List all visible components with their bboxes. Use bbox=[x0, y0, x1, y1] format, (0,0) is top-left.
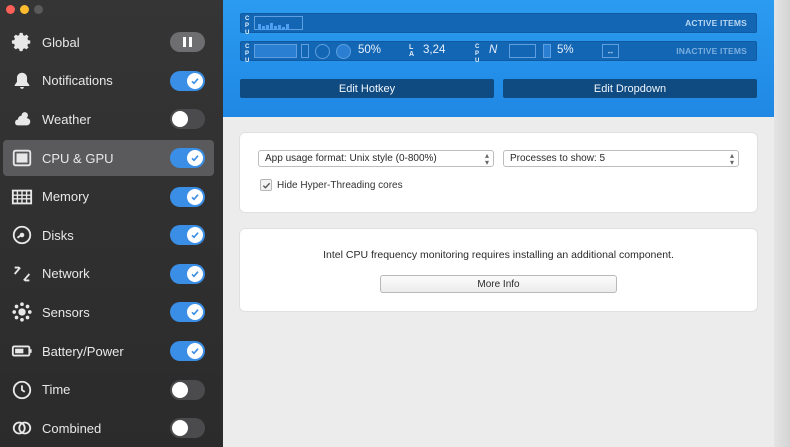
cpu-icon bbox=[10, 146, 34, 170]
sidebar-item-notifications[interactable]: Notifications bbox=[0, 62, 223, 101]
sensors-toggle[interactable] bbox=[170, 302, 205, 323]
memory-toggle[interactable] bbox=[170, 186, 205, 207]
network-icon bbox=[10, 262, 34, 286]
cores-label: N bbox=[489, 44, 498, 56]
zoom-window-button[interactable] bbox=[34, 5, 43, 14]
sidebar-item-cpu-gpu[interactable]: CPU & GPU bbox=[0, 139, 223, 178]
hide-hyperthreading-row[interactable]: Hide Hyper-Threading cores bbox=[260, 179, 403, 191]
hide-hyperthreading-label: Hide Hyper-Threading cores bbox=[277, 179, 403, 191]
processes-to-show-select[interactable]: Processes to show: 5 ▴ ▾ bbox=[503, 150, 739, 167]
cloud-sun-icon bbox=[10, 107, 34, 131]
disk-icon bbox=[10, 223, 34, 247]
checkmark-icon bbox=[262, 182, 270, 189]
sidebar-item-label: Battery/Power bbox=[42, 343, 124, 359]
disks-toggle[interactable] bbox=[170, 225, 205, 246]
battery-icon bbox=[10, 339, 34, 363]
cpu-pie-filled bbox=[336, 44, 351, 59]
bell-icon bbox=[10, 69, 34, 93]
sidebar-item-weather[interactable]: Weather bbox=[0, 100, 223, 139]
cpu-bar-inactive bbox=[301, 44, 309, 58]
cpu-percent-2: 5% bbox=[557, 44, 574, 56]
gear-icon bbox=[10, 30, 34, 54]
time-toggle[interactable] bbox=[170, 379, 205, 400]
chevron-updown-icon: ▴ ▾ bbox=[484, 151, 489, 167]
intel-notice-text: Intel CPU frequency monitoring requires … bbox=[323, 249, 674, 261]
window-edge bbox=[774, 0, 790, 447]
weather-toggle[interactable] bbox=[170, 109, 205, 130]
cpu-graph-inactive bbox=[254, 44, 297, 58]
minimize-window-button[interactable] bbox=[20, 5, 29, 14]
sidebar-item-label: Network bbox=[42, 266, 90, 282]
clock-icon bbox=[10, 378, 34, 402]
cpu-bar-filled bbox=[543, 44, 551, 58]
sidebar-item-network[interactable]: Network bbox=[0, 255, 223, 294]
intel-notice-card: Intel CPU frequency monitoring requires … bbox=[240, 229, 757, 311]
inactive-items-bar[interactable]: CPU 50% LA 3,24 CPU N 5% ↔ INACTIVE ITEM… bbox=[240, 41, 757, 64]
active-items-bar[interactable]: CPU ACTIVE ITEMS bbox=[240, 13, 757, 36]
sidebar-item-global[interactable]: Global bbox=[0, 23, 223, 62]
chevron-updown-icon: ▴ ▾ bbox=[729, 151, 734, 167]
sidebar-item-label: Memory bbox=[42, 189, 89, 205]
cpu-settings-card: App usage format: Unix style (0-800%) ▴ ▾… bbox=[240, 133, 757, 212]
sidebar-item-label: Disks bbox=[42, 227, 74, 243]
main-panel: CPU ACTIVE ITEMS CPU 50% LA 3,24 CPU N 5… bbox=[223, 0, 790, 447]
window-controls bbox=[6, 5, 43, 14]
battery-power-toggle[interactable] bbox=[170, 341, 205, 362]
cpu-pie-outline bbox=[315, 44, 330, 59]
notifications-toggle[interactable] bbox=[170, 70, 205, 91]
active-items-label: ACTIVE ITEMS bbox=[685, 18, 747, 28]
sidebar-item-battery-power[interactable]: Battery/Power bbox=[0, 332, 223, 371]
sidebar-item-label: Sensors bbox=[42, 304, 90, 320]
sidebar-item-disks[interactable]: Disks bbox=[0, 216, 223, 255]
cpu-gpu-toggle[interactable] bbox=[170, 148, 205, 169]
edit-dropdown-button[interactable]: Edit Dropdown bbox=[503, 79, 757, 98]
cpu-history-box bbox=[509, 44, 536, 58]
cpu-graph-mini bbox=[254, 16, 303, 30]
cpu-label-stack: CPU bbox=[245, 16, 250, 36]
sidebar-item-label: Combined bbox=[42, 420, 102, 436]
arrows-icon: ↔ bbox=[602, 44, 619, 58]
app-usage-format-select[interactable]: App usage format: Unix style (0-800%) ▴ ▾ bbox=[258, 150, 494, 167]
sidebar-item-combined[interactable]: Combined bbox=[0, 409, 223, 447]
sidebar-item-memory[interactable]: Memory bbox=[0, 177, 223, 216]
sidebar-item-label: Time bbox=[42, 382, 71, 398]
edit-hotkey-button[interactable]: Edit Hotkey bbox=[240, 79, 494, 98]
menubar-preview-header: CPU ACTIVE ITEMS CPU 50% LA 3,24 CPU N 5… bbox=[223, 0, 790, 117]
sidebar-menu: Global Notifications Weather CPU & GPU M… bbox=[0, 23, 223, 447]
cpu-label-stack: CPU bbox=[475, 44, 480, 64]
app-usage-format-value: App usage format: Unix style (0-800%) bbox=[265, 153, 437, 164]
cpu-label-stack: CPU bbox=[245, 44, 250, 64]
inactive-items-label: INACTIVE ITEMS bbox=[676, 46, 747, 56]
sidebar-item-sensors[interactable]: Sensors bbox=[0, 293, 223, 332]
sidebar-item-label: Weather bbox=[42, 111, 91, 127]
close-window-button[interactable] bbox=[6, 5, 15, 14]
sidebar: Global Notifications Weather CPU & GPU M… bbox=[0, 0, 223, 447]
hide-hyperthreading-checkbox[interactable] bbox=[260, 179, 272, 191]
more-info-button[interactable]: More Info bbox=[380, 275, 617, 293]
combined-icon bbox=[10, 416, 34, 440]
sensors-icon bbox=[10, 300, 34, 324]
network-toggle[interactable] bbox=[170, 263, 205, 284]
processes-to-show-value: Processes to show: 5 bbox=[510, 153, 606, 164]
load-value: 3,24 bbox=[423, 44, 446, 56]
sidebar-item-label: CPU & GPU bbox=[42, 150, 114, 166]
sidebar-item-label: Notifications bbox=[42, 73, 113, 89]
sidebar-item-time[interactable]: Time bbox=[0, 370, 223, 409]
load-label-stack: LA bbox=[409, 44, 415, 58]
memory-icon bbox=[10, 185, 34, 209]
cpu-percent-1: 50% bbox=[358, 44, 382, 56]
combined-toggle[interactable] bbox=[170, 418, 205, 439]
pause-toggle[interactable] bbox=[170, 32, 205, 53]
sidebar-item-label: Global bbox=[42, 34, 80, 50]
